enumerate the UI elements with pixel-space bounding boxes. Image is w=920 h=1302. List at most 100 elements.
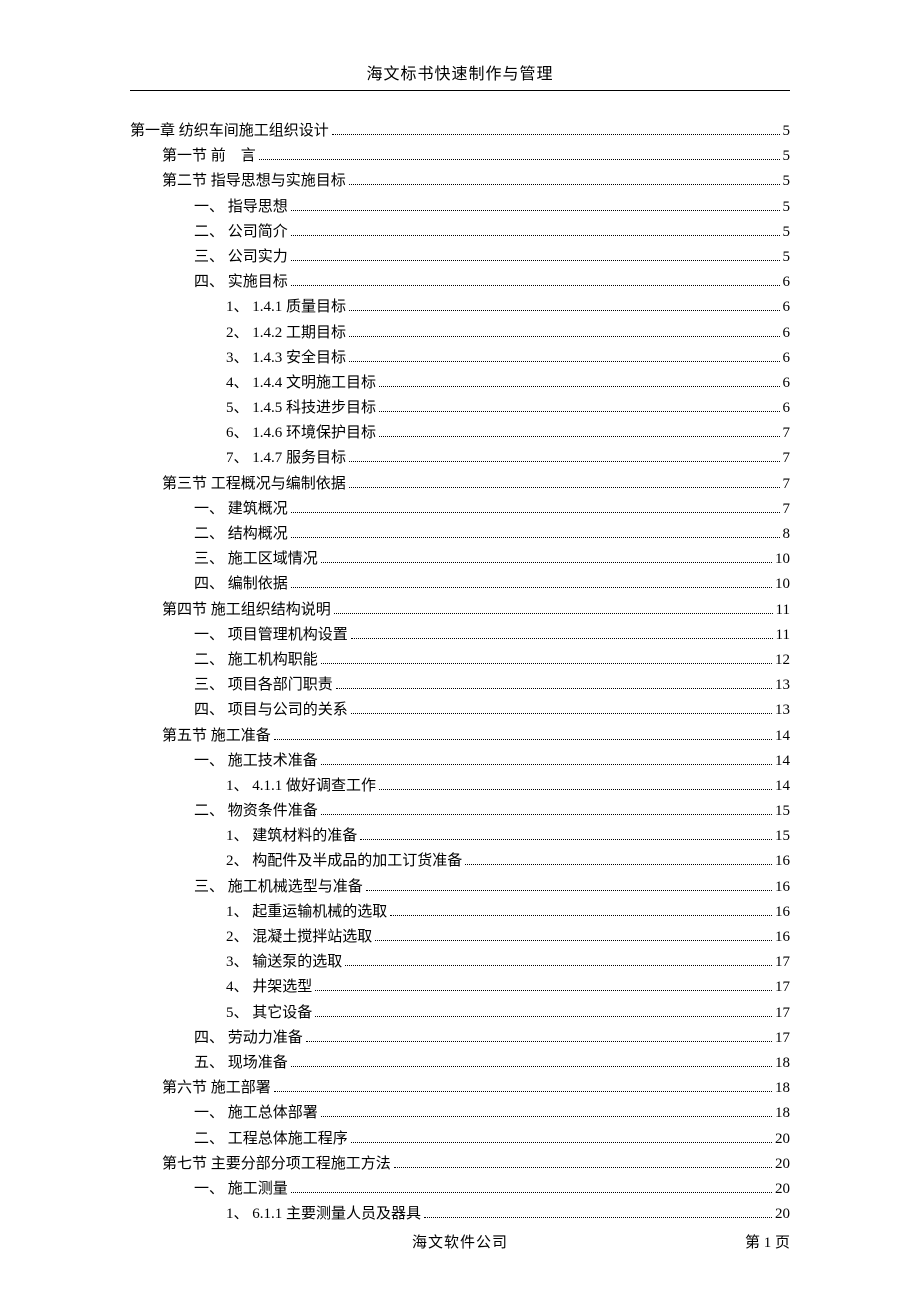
toc-entry-label: 第一章 纺织车间施工组织设计	[130, 119, 329, 144]
toc-leader	[321, 754, 772, 765]
toc-entry[interactable]: 一、 施工总体部署 18	[130, 1101, 790, 1126]
toc-entry[interactable]: 1、 1.4.1 质量目标6	[130, 295, 790, 320]
toc-entry[interactable]: 三、 公司实力5	[130, 245, 790, 270]
toc-entry[interactable]: 三、 施工区域情况10	[130, 547, 790, 572]
toc-entry-page: 17	[775, 1026, 790, 1051]
toc-leader	[379, 427, 779, 438]
toc-entry-page: 7	[783, 472, 791, 497]
toc-entry-label: 二、 工程总体施工程序	[194, 1127, 348, 1152]
toc-leader	[321, 805, 772, 816]
toc-entry-label: 1、 6.1.1 主要测量人员及器具	[226, 1202, 421, 1227]
toc-entry-page: 11	[776, 598, 790, 623]
toc-entry[interactable]: 四、 项目与公司的关系13	[130, 698, 790, 723]
toc-entry[interactable]: 第四节 施工组织结构说明 11	[130, 598, 790, 623]
toc-entry-page: 10	[775, 547, 790, 572]
toc-entry[interactable]: 2、 混凝土搅拌站选取 16	[130, 925, 790, 950]
toc-entry-label: 第五节 施工准备	[162, 724, 271, 749]
toc-entry-label: 四、 项目与公司的关系	[194, 698, 348, 723]
toc-entry[interactable]: 第一节 前 言5	[130, 144, 790, 169]
toc-entry[interactable]: 1、 建筑材料的准备15	[130, 824, 790, 849]
toc-entry[interactable]: 一、 建筑概况7	[130, 497, 790, 522]
toc-entry-page: 11	[776, 623, 790, 648]
toc-entry[interactable]: 二、 施工机构职能12	[130, 648, 790, 673]
toc-entry-page: 10	[775, 572, 790, 597]
toc-entry-page: 7	[783, 446, 791, 471]
toc-entry[interactable]: 6、 1.4.6 环境保护目标7	[130, 421, 790, 446]
toc-entry[interactable]: 2、 构配件及半成品的加工订货准备16	[130, 849, 790, 874]
toc-entry-page: 18	[775, 1101, 790, 1126]
toc-entry[interactable]: 四、 实施目标6	[130, 270, 790, 295]
toc-leader	[291, 1182, 772, 1193]
toc-entry[interactable]: 4、 井架选型17	[130, 975, 790, 1000]
toc-entry-page: 15	[775, 824, 790, 849]
header-title: 海文标书快速制作与管理	[366, 66, 553, 83]
toc-entry[interactable]: 2、 1.4.2 工期目标6	[130, 321, 790, 346]
footer-page-number: 第 1 页	[745, 1231, 790, 1252]
toc-entry[interactable]: 第三节 工程概况与编制依据 7	[130, 472, 790, 497]
toc-entry-page: 16	[775, 900, 790, 925]
toc-entry-label: 一、 项目管理机构设置	[194, 623, 348, 648]
toc-entry-page: 7	[783, 421, 791, 446]
toc-entry[interactable]: 第五节 施工准备14	[130, 724, 790, 749]
toc-entry[interactable]: 1、 起重运输机械的选取16	[130, 900, 790, 925]
toc-entry-page: 18	[775, 1076, 790, 1101]
toc-entry-page: 5	[783, 119, 791, 144]
toc-entry[interactable]: 三、 项目各部门职责13	[130, 673, 790, 698]
toc-entry[interactable]: 3、 1.4.3 安全目标 6	[130, 346, 790, 371]
toc-entry-page: 6	[783, 371, 791, 396]
toc-entry-label: 五、 现场准备	[194, 1051, 288, 1076]
toc-entry-label: 第四节 施工组织结构说明	[162, 598, 331, 623]
toc-entry[interactable]: 一、 施工测量20	[130, 1177, 790, 1202]
toc-leader	[291, 1056, 772, 1067]
toc-entry-label: 一、 指导思想	[194, 195, 288, 220]
toc-entry[interactable]: 二、 结构概况8	[130, 522, 790, 547]
toc-leader	[345, 956, 772, 967]
toc-entry[interactable]: 五、 现场准备18	[130, 1051, 790, 1076]
toc-entry-label: 2、 构配件及半成品的加工订货准备	[226, 849, 462, 874]
toc-leader	[379, 779, 772, 790]
toc-entry-page: 14	[775, 774, 790, 799]
toc-entry[interactable]: 三、 施工机械选型与准备16	[130, 875, 790, 900]
toc-entry[interactable]: 7、 1.4.7 服务目标 7	[130, 446, 790, 471]
toc-entry[interactable]: 第七节 主要分部分项工程施工方法20	[130, 1152, 790, 1177]
toc-leader	[321, 553, 772, 564]
toc-leader	[274, 1082, 772, 1093]
toc-entry[interactable]: 5、 其它设备17	[130, 1001, 790, 1026]
toc-entry[interactable]: 4、 1.4.4 文明施工目标6	[130, 371, 790, 396]
toc-entry-label: 4、 井架选型	[226, 975, 312, 1000]
toc-entry-label: 一、 建筑概况	[194, 497, 288, 522]
toc-entry[interactable]: 四、 劳动力准备 17	[130, 1026, 790, 1051]
toc-entry-label: 三、 施工机械选型与准备	[194, 875, 363, 900]
toc-entry-label: 四、 劳动力准备	[194, 1026, 303, 1051]
toc-entry[interactable]: 1、 4.1.1 做好调查工作14	[130, 774, 790, 799]
toc-entry-label: 第三节 工程概况与编制依据	[162, 472, 346, 497]
toc-entry-label: 3、 1.4.3 安全目标	[226, 346, 346, 371]
toc-entry[interactable]: 第六节 施工部署18	[130, 1076, 790, 1101]
toc-entry[interactable]: 一、 施工技术准备14	[130, 749, 790, 774]
toc-entry-label: 一、 施工总体部署	[194, 1101, 318, 1126]
toc-entry[interactable]: 二、 物资条件准备15	[130, 799, 790, 824]
toc-entry-page: 6	[783, 346, 791, 371]
toc-entry-label: 3、 输送泵的选取	[226, 950, 342, 975]
toc-leader	[291, 276, 780, 287]
toc-entry[interactable]: 二、 公司简介5	[130, 220, 790, 245]
toc-entry[interactable]: 一、 项目管理机构设置 11	[130, 623, 790, 648]
toc-leader	[291, 250, 780, 261]
toc-leader	[259, 150, 780, 161]
toc-entry[interactable]: 第二节 指导思想与实施目标5	[130, 169, 790, 194]
toc-entry[interactable]: 第一章 纺织车间施工组织设计 5	[130, 119, 790, 144]
toc-entry[interactable]: 3、 输送泵的选取17	[130, 950, 790, 975]
toc-entry[interactable]: 四、 编制依据10	[130, 572, 790, 597]
toc-entry[interactable]: 1、 6.1.1 主要测量人员及器具20	[130, 1202, 790, 1227]
toc-leader	[321, 653, 772, 664]
toc-entry-page: 16	[775, 925, 790, 950]
toc-entry[interactable]: 二、 工程总体施工程序20	[130, 1127, 790, 1152]
toc-leader	[394, 1157, 772, 1168]
toc-entry-label: 5、 1.4.5 科技进步目标	[226, 396, 376, 421]
toc-entry-label: 第二节 指导思想与实施目标	[162, 169, 346, 194]
toc-entry-page: 6	[783, 321, 791, 346]
toc-entry-label: 2、 混凝土搅拌站选取	[226, 925, 372, 950]
toc-entry[interactable]: 5、 1.4.5 科技进步目标6	[130, 396, 790, 421]
toc-entry-label: 7、 1.4.7 服务目标	[226, 446, 346, 471]
toc-entry[interactable]: 一、 指导思想5	[130, 195, 790, 220]
